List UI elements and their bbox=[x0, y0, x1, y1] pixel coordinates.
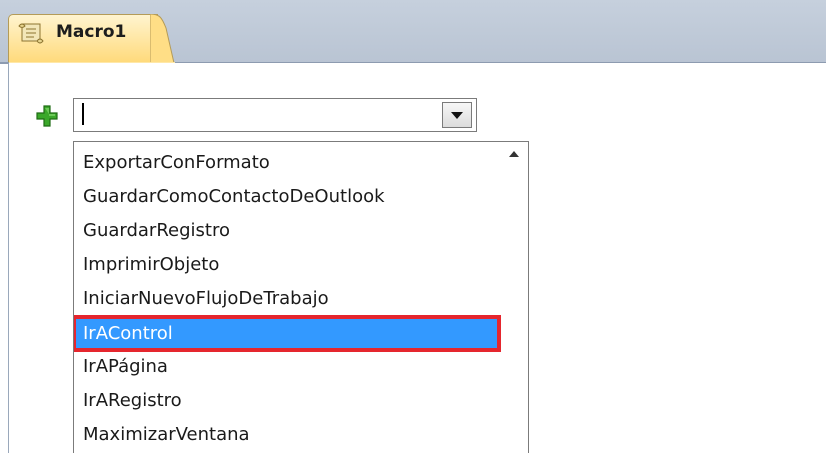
list-item-iracontrol-selected[interactable]: IrAControl bbox=[74, 315, 501, 352]
list-item-imprimirobjeto[interactable]: ImprimirObjeto bbox=[74, 248, 499, 282]
list-item-maximizarventana[interactable]: MaximizarVentana bbox=[74, 418, 499, 452]
tab-macro1-edge bbox=[150, 14, 178, 63]
action-dropdown-list[interactable]: ExportarConFormato GuardarComoContactoDe… bbox=[73, 141, 529, 453]
list-item-guardarcomocontactodeoutlook[interactable]: GuardarComoContactoDeOutlook bbox=[74, 180, 499, 214]
dropdown-arrow-icon bbox=[451, 112, 463, 119]
scroll-up-icon[interactable] bbox=[507, 146, 521, 160]
text-caret bbox=[82, 103, 84, 125]
list-item-irapagina[interactable]: IrAPágina bbox=[74, 350, 499, 384]
new-action-combobox[interactable] bbox=[73, 98, 477, 132]
tab-label[interactable]: Macro1 bbox=[56, 22, 126, 42]
list-item-iraregistro[interactable]: IrARegistro bbox=[74, 384, 499, 418]
list-item-exportarconformato[interactable]: ExportarConFormato bbox=[74, 146, 499, 180]
list-item-guardarregistro[interactable]: GuardarRegistro bbox=[74, 214, 499, 248]
list-item-iniciarnuevoflujodetrabajo[interactable]: IniciarNuevoFlujoDeTrabajo bbox=[74, 282, 499, 316]
new-action-input[interactable] bbox=[75, 100, 455, 130]
add-plus-icon[interactable] bbox=[36, 105, 58, 127]
dropdown-button[interactable] bbox=[442, 102, 472, 128]
macro-scroll-icon bbox=[16, 21, 44, 45]
